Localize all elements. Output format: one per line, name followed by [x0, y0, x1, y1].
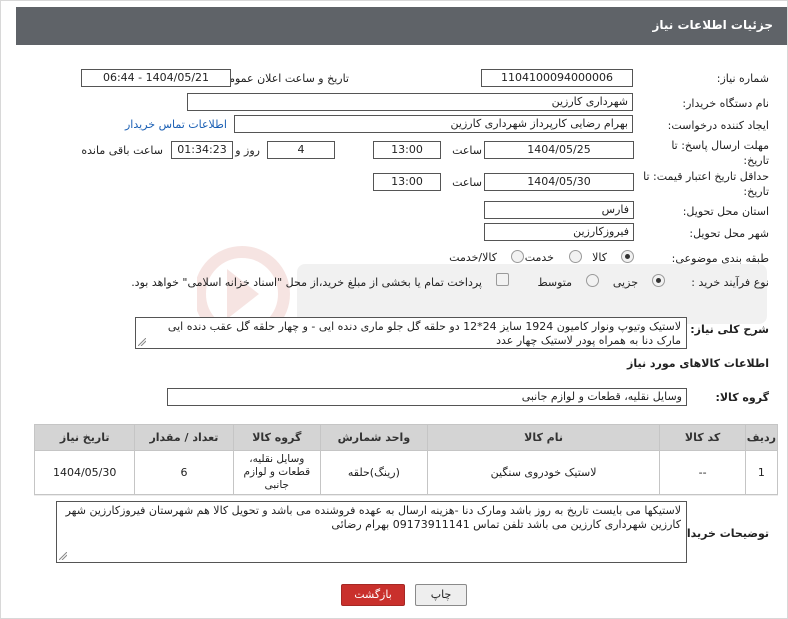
- need-number-field[interactable]: 1104100094000006: [481, 69, 633, 87]
- category-goods-radio[interactable]: [621, 250, 634, 263]
- page-frame: جزئیات اطلاعات نیاز شماره نیاز: 11041000…: [0, 0, 788, 619]
- resize-grip-icon[interactable]: [59, 552, 67, 560]
- page-title: جزئیات اطلاعات نیاز: [652, 18, 773, 32]
- back-button[interactable]: بازگشت: [341, 584, 405, 606]
- announce-field[interactable]: 1404/05/21 - 06:44: [81, 69, 231, 87]
- print-button[interactable]: چاپ: [415, 584, 467, 606]
- purchase-medium-radio[interactable]: [586, 274, 599, 287]
- treasury-checkbox[interactable]: [496, 273, 509, 286]
- cell-date: 1404/05/30: [33, 450, 136, 495]
- city-field[interactable]: فیروزکارزین: [484, 223, 634, 241]
- validity-date-field[interactable]: 1404/05/30: [484, 173, 634, 191]
- cell-row-num: 1: [744, 450, 779, 495]
- city-label: شهر محل تحویل:: [689, 227, 769, 240]
- deadline-date-field[interactable]: 1404/05/25: [484, 141, 634, 159]
- goods-section-title: اطلاعات کالاهای مورد نیاز: [627, 357, 769, 370]
- col-header-date: تاریخ نیاز: [33, 424, 136, 451]
- goods-table: ردیف کد کالا نام کالا واحد شمارش گروه کا…: [33, 424, 779, 495]
- buyer-notes-text: لاستیکها می بایست تاریخ به روز باشد ومار…: [65, 504, 681, 531]
- province-label: استان محل تحویل:: [682, 205, 769, 218]
- cell-group: وسایل نقلیه، قطعات و لوازم جانبی: [232, 450, 322, 495]
- buyer-org-field[interactable]: شهرداری کارزین: [187, 93, 633, 111]
- validity-label: حداقل تاریخ اعتبار قیمت: تا تاریخ:: [643, 170, 769, 198]
- cell-unit: (رینگ)حلقه: [320, 450, 428, 495]
- province-field[interactable]: فارس: [484, 201, 634, 219]
- remaining-label: ساعت باقی مانده: [81, 144, 163, 157]
- description-text: لاستیک وتیوپ ونوار کامیون 1924 سایز 24*1…: [167, 320, 681, 347]
- col-header-group: گروه کالا: [232, 424, 322, 451]
- purchase-medium-label: متوسط: [537, 276, 572, 289]
- category-both-label: کالا/خدمت: [449, 251, 497, 264]
- col-header-code: کد کالا: [659, 424, 746, 451]
- col-header-name: نام کالا: [426, 424, 661, 451]
- table-row[interactable]: 1 -- لاستیک خودروی سنگین (رینگ)حلقه وسای…: [33, 450, 779, 495]
- buyer-notes-textarea[interactable]: لاستیکها می بایست تاریخ به روز باشد ومار…: [56, 501, 687, 563]
- announce-label: تاریخ و ساعت اعلان عمومی:: [216, 72, 349, 85]
- description-label: شرح کلی نیاز:: [690, 323, 769, 336]
- days-remaining-field[interactable]: 4: [267, 141, 335, 159]
- deadline-label: مهلت ارسال پاسخ: تا تاریخ:: [671, 139, 769, 167]
- purchase-minor-radio[interactable]: [652, 274, 665, 287]
- deadline-time-label: ساعت: [452, 144, 482, 157]
- cell-name: لاستیک خودروی سنگین: [426, 450, 661, 495]
- days-label: روز و: [235, 144, 260, 157]
- validity-time-field[interactable]: 13:00: [373, 173, 441, 191]
- table-header-row: ردیف کد کالا نام کالا واحد شمارش گروه کا…: [33, 424, 779, 451]
- category-both-radio[interactable]: [511, 250, 524, 263]
- purchase-type-label: نوع فرآیند خرید :: [691, 276, 769, 289]
- cell-qty: 6: [134, 450, 234, 495]
- requester-field[interactable]: بهرام رضایی کارپرداز شهرداری کارزین: [234, 115, 633, 133]
- contact-info-link[interactable]: اطلاعات تماس خریدار: [125, 118, 227, 131]
- goods-group-label: گروه کالا:: [715, 391, 769, 404]
- category-service-radio[interactable]: [569, 250, 582, 263]
- buyer-notes-label: توضیحات خریدار:: [676, 527, 769, 540]
- description-textarea[interactable]: لاستیک وتیوپ ونوار کامیون 1924 سایز 24*1…: [135, 317, 687, 349]
- goods-group-field[interactable]: وسایل نقلیه، قطعات و لوازم جانبی: [167, 388, 687, 406]
- buyer-org-label: نام دستگاه خریدار:: [682, 97, 769, 110]
- col-header-unit: واحد شمارش: [320, 424, 428, 451]
- requester-label: ایجاد کننده درخواست:: [667, 119, 769, 132]
- category-label: طبقه بندی موضوعی:: [671, 252, 769, 265]
- validity-time-label: ساعت: [452, 176, 482, 189]
- col-header-qty: تعداد / مقدار: [134, 424, 234, 451]
- resize-grip-icon[interactable]: [138, 338, 146, 346]
- category-goods-label: کالا: [592, 251, 607, 264]
- page-header: جزئیات اطلاعات نیاز: [16, 7, 787, 45]
- cell-code: --: [659, 450, 746, 495]
- deadline-time-field[interactable]: 13:00: [373, 141, 441, 159]
- remaining-time-field[interactable]: 01:34:23: [171, 141, 233, 159]
- category-service-label: خدمت: [524, 251, 554, 264]
- payment-note: پرداخت تمام یا بخشی از مبلغ خرید،از محل …: [131, 276, 482, 289]
- need-number-label: شماره نیاز:: [716, 72, 769, 85]
- purchase-minor-label: جزیی: [612, 276, 638, 289]
- col-header-row-num: ردیف: [744, 424, 779, 451]
